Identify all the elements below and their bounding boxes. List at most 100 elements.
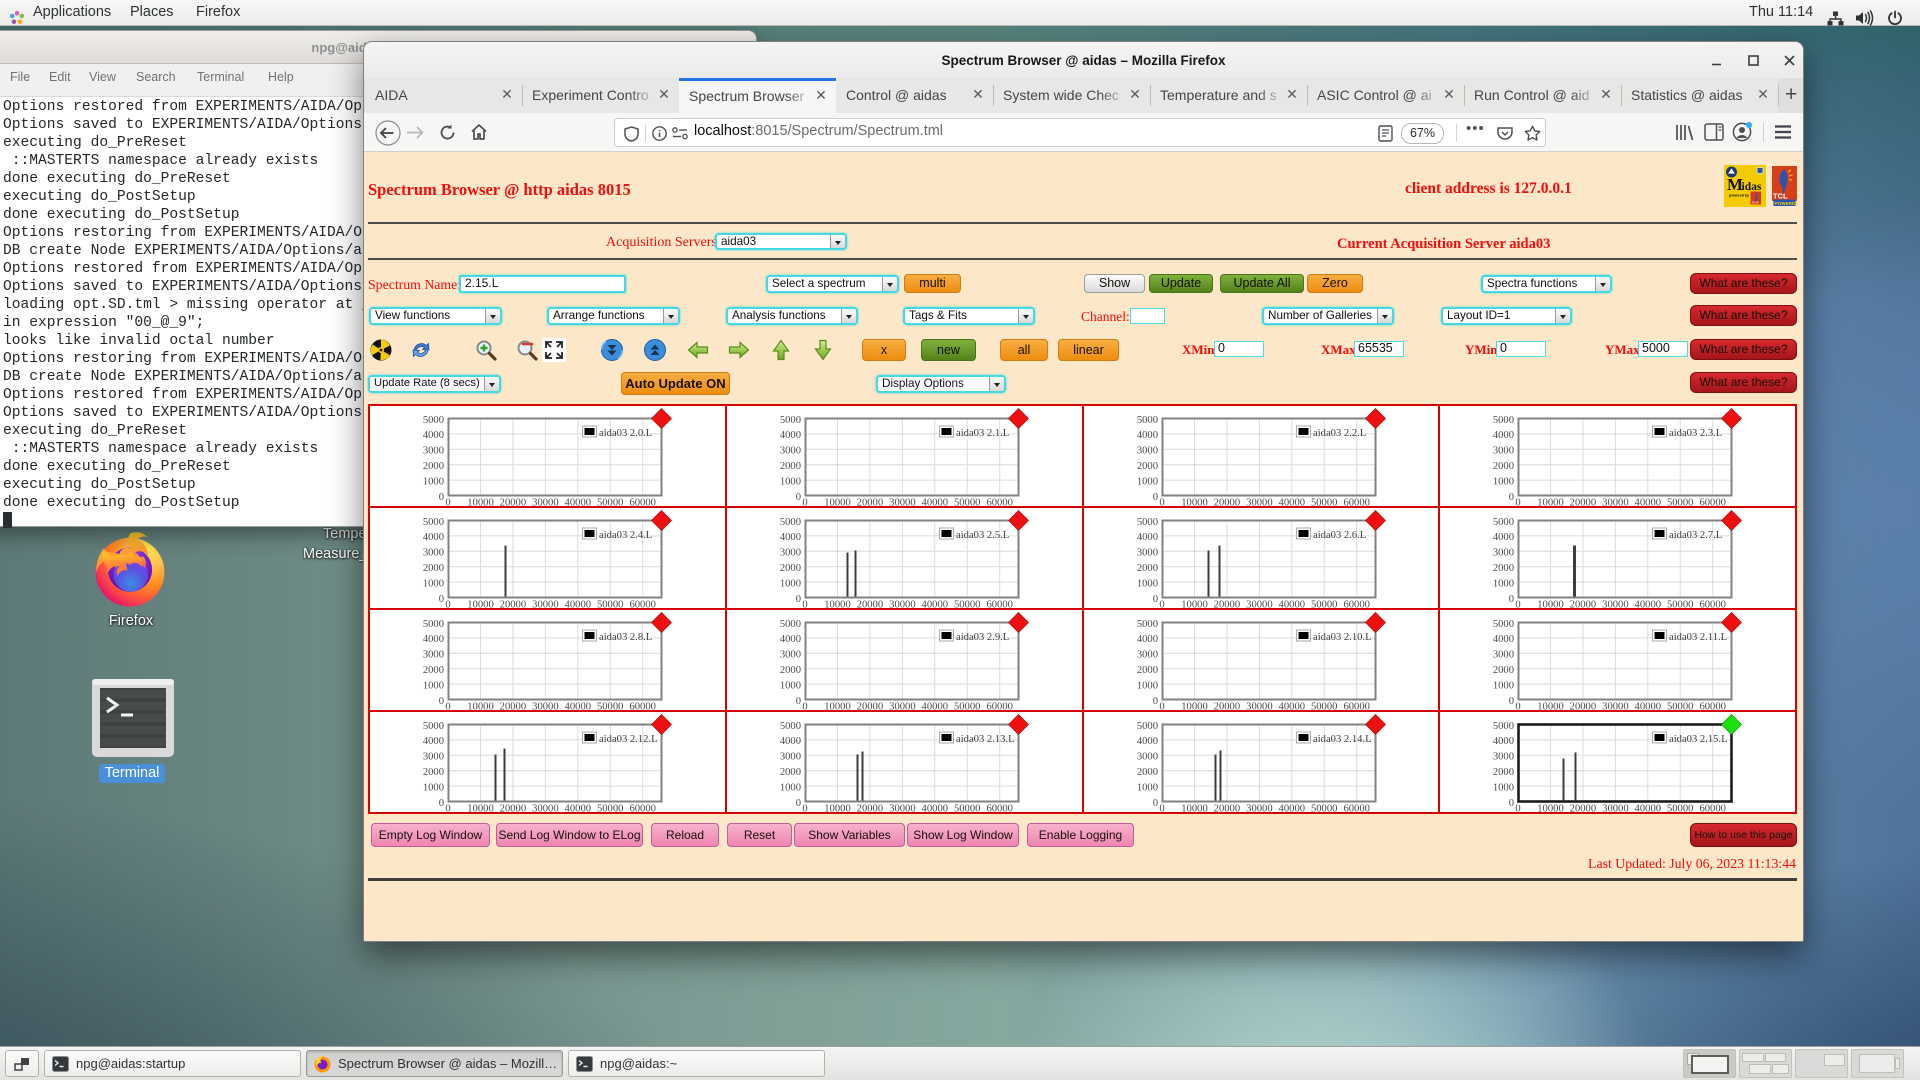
svg-text:10000: 10000 [1538, 600, 1564, 611]
svg-text:3000: 3000 [423, 650, 444, 661]
svg-text:40000: 40000 [1278, 702, 1304, 713]
svg-text:aida03 2.11.L: aida03 2.11.L [1669, 632, 1727, 643]
svg-text:30000: 30000 [889, 498, 915, 509]
svg-text:5000: 5000 [1493, 721, 1514, 732]
svg-text:3000: 3000 [1493, 650, 1514, 661]
svg-text:3000: 3000 [1493, 752, 1514, 763]
svg-text:aida03 2.4.L: aida03 2.4.L [599, 530, 652, 541]
svg-text:10000: 10000 [1181, 702, 1207, 713]
svg-text:4000: 4000 [1136, 532, 1157, 543]
svg-text:20000: 20000 [1213, 804, 1239, 815]
svg-text:0: 0 [1159, 498, 1164, 509]
svg-text:4000: 4000 [1136, 736, 1157, 747]
svg-text:5000: 5000 [1493, 415, 1514, 426]
svg-text:50000: 50000 [1310, 804, 1336, 815]
svg-text:4000: 4000 [1493, 634, 1514, 645]
svg-text:20000: 20000 [1213, 498, 1239, 509]
svg-text:10000: 10000 [467, 804, 493, 815]
svg-text:aida03 2.9.L: aida03 2.9.L [956, 632, 1009, 643]
svg-text:2000: 2000 [1136, 563, 1157, 574]
svg-text:60000: 60000 [1700, 804, 1726, 815]
svg-text:1000: 1000 [1136, 680, 1157, 691]
svg-text:20000: 20000 [1570, 804, 1596, 815]
svg-text:1000: 1000 [1493, 578, 1514, 589]
svg-text:3000: 3000 [1493, 548, 1514, 559]
svg-text:4000: 4000 [780, 634, 801, 645]
svg-text:4000: 4000 [780, 736, 801, 747]
svg-text:2000: 2000 [1493, 767, 1514, 778]
svg-text:5000: 5000 [1493, 517, 1514, 528]
svg-text:0: 0 [1152, 696, 1157, 707]
svg-text:3000: 3000 [780, 650, 801, 661]
svg-text:30000: 30000 [532, 600, 558, 611]
svg-text:40000: 40000 [565, 600, 591, 611]
svg-text:50000: 50000 [1667, 498, 1693, 509]
svg-text:20000: 20000 [500, 498, 526, 509]
svg-text:3000: 3000 [423, 446, 444, 457]
svg-text:0: 0 [445, 498, 450, 509]
svg-text:0: 0 [802, 600, 807, 611]
svg-text:aida03 2.15.L: aida03 2.15.L [1669, 734, 1728, 745]
svg-text:30000: 30000 [889, 702, 915, 713]
svg-text:50000: 50000 [1310, 600, 1336, 611]
svg-text:40000: 40000 [565, 804, 591, 815]
svg-text:5000: 5000 [1136, 517, 1157, 528]
svg-text:0: 0 [795, 696, 800, 707]
svg-text:2000: 2000 [423, 563, 444, 574]
svg-text:3000: 3000 [423, 548, 444, 559]
svg-text:4000: 4000 [1493, 430, 1514, 441]
svg-text:2000: 2000 [1493, 665, 1514, 676]
svg-text:5000: 5000 [1136, 415, 1157, 426]
svg-text:1000: 1000 [423, 476, 444, 487]
svg-text:aida03 2.14.L: aida03 2.14.L [1313, 734, 1372, 745]
svg-text:3000: 3000 [780, 446, 801, 457]
svg-text:10000: 10000 [1538, 702, 1564, 713]
svg-text:3000: 3000 [780, 548, 801, 559]
svg-text:4000: 4000 [780, 430, 801, 441]
svg-text:20000: 20000 [500, 600, 526, 611]
svg-text:POWERED: POWERED [1775, 201, 1798, 206]
svg-text:2000: 2000 [1136, 767, 1157, 778]
svg-text:0: 0 [1509, 696, 1514, 707]
svg-text:30000: 30000 [1602, 600, 1628, 611]
svg-text:3000: 3000 [1136, 548, 1157, 559]
svg-text:40000: 40000 [1635, 702, 1661, 713]
svg-text:aida03 2.3.L: aida03 2.3.L [1669, 428, 1722, 439]
svg-text:idas: idas [1742, 181, 1762, 193]
svg-text:40000: 40000 [1278, 600, 1304, 611]
svg-text:0: 0 [1152, 492, 1157, 503]
svg-text:10000: 10000 [467, 702, 493, 713]
svg-text:40000: 40000 [1635, 804, 1661, 815]
svg-text:4000: 4000 [1136, 634, 1157, 645]
svg-text:2000: 2000 [423, 665, 444, 676]
svg-text:10000: 10000 [467, 498, 493, 509]
svg-text:10000: 10000 [824, 804, 850, 815]
svg-text:50000: 50000 [597, 702, 623, 713]
svg-text:10000: 10000 [824, 600, 850, 611]
svg-text:aida03 2.12.L: aida03 2.12.L [599, 734, 658, 745]
svg-text:60000: 60000 [1343, 600, 1369, 611]
svg-text:10000: 10000 [824, 498, 850, 509]
svg-text:10000: 10000 [1181, 804, 1207, 815]
svg-text:10000: 10000 [824, 702, 850, 713]
svg-text:4000: 4000 [1136, 430, 1157, 441]
svg-text:5000: 5000 [1136, 721, 1157, 732]
svg-text:TCL: TCL [1773, 192, 1788, 201]
svg-text:30000: 30000 [1602, 498, 1628, 509]
svg-text:2000: 2000 [780, 563, 801, 574]
svg-text:0: 0 [1516, 498, 1521, 509]
svg-text:30000: 30000 [532, 498, 558, 509]
svg-text:0: 0 [802, 498, 807, 509]
svg-text:5000: 5000 [423, 721, 444, 732]
svg-text:50000: 50000 [1667, 804, 1693, 815]
svg-text:4000: 4000 [780, 532, 801, 543]
svg-text:aida03 2.5.L: aida03 2.5.L [956, 530, 1009, 541]
svg-text:5000: 5000 [423, 415, 444, 426]
svg-text:50000: 50000 [597, 804, 623, 815]
svg-text:0: 0 [802, 702, 807, 713]
svg-text:4000: 4000 [423, 532, 444, 543]
svg-text:2000: 2000 [1136, 665, 1157, 676]
svg-text:40000: 40000 [921, 702, 947, 713]
svg-text:aida03 2.8.L: aida03 2.8.L [599, 632, 652, 643]
svg-text:50000: 50000 [954, 498, 980, 509]
